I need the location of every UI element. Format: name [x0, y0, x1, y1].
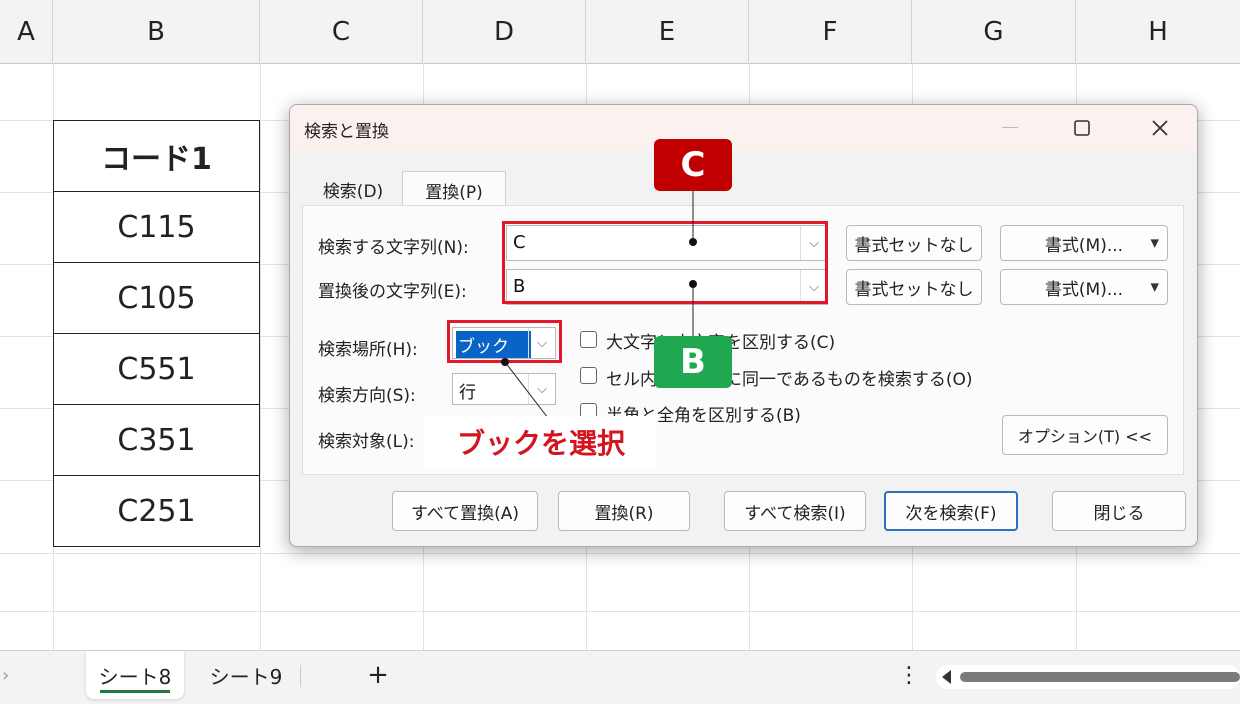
scrollbar-thumb[interactable]: [960, 672, 1240, 682]
callout-select-book: ブックを選択: [425, 416, 657, 468]
sheet-tab-bar: › シート8 シート9 + ⋮: [0, 650, 1240, 704]
annotation-dot: [501, 358, 509, 366]
badge-b: B: [654, 336, 732, 388]
sheet-tab-9[interactable]: シート9: [196, 651, 296, 699]
annotation-dot: [689, 238, 697, 246]
horizontal-scrollbar[interactable]: [936, 665, 1240, 689]
scroll-left-icon[interactable]: ›: [2, 665, 9, 686]
more-options-icon[interactable]: ⋮: [894, 651, 924, 699]
add-sheet-button[interactable]: +: [356, 651, 400, 699]
annotation-dot: [689, 280, 697, 288]
scroll-left-arrow-icon[interactable]: [942, 670, 951, 684]
annotation-connector-lines: [504, 190, 694, 419]
sheet-tab-label: シート8: [98, 664, 172, 689]
badge-c: C: [654, 139, 732, 191]
sheet-tab-8[interactable]: シート8: [86, 651, 184, 699]
